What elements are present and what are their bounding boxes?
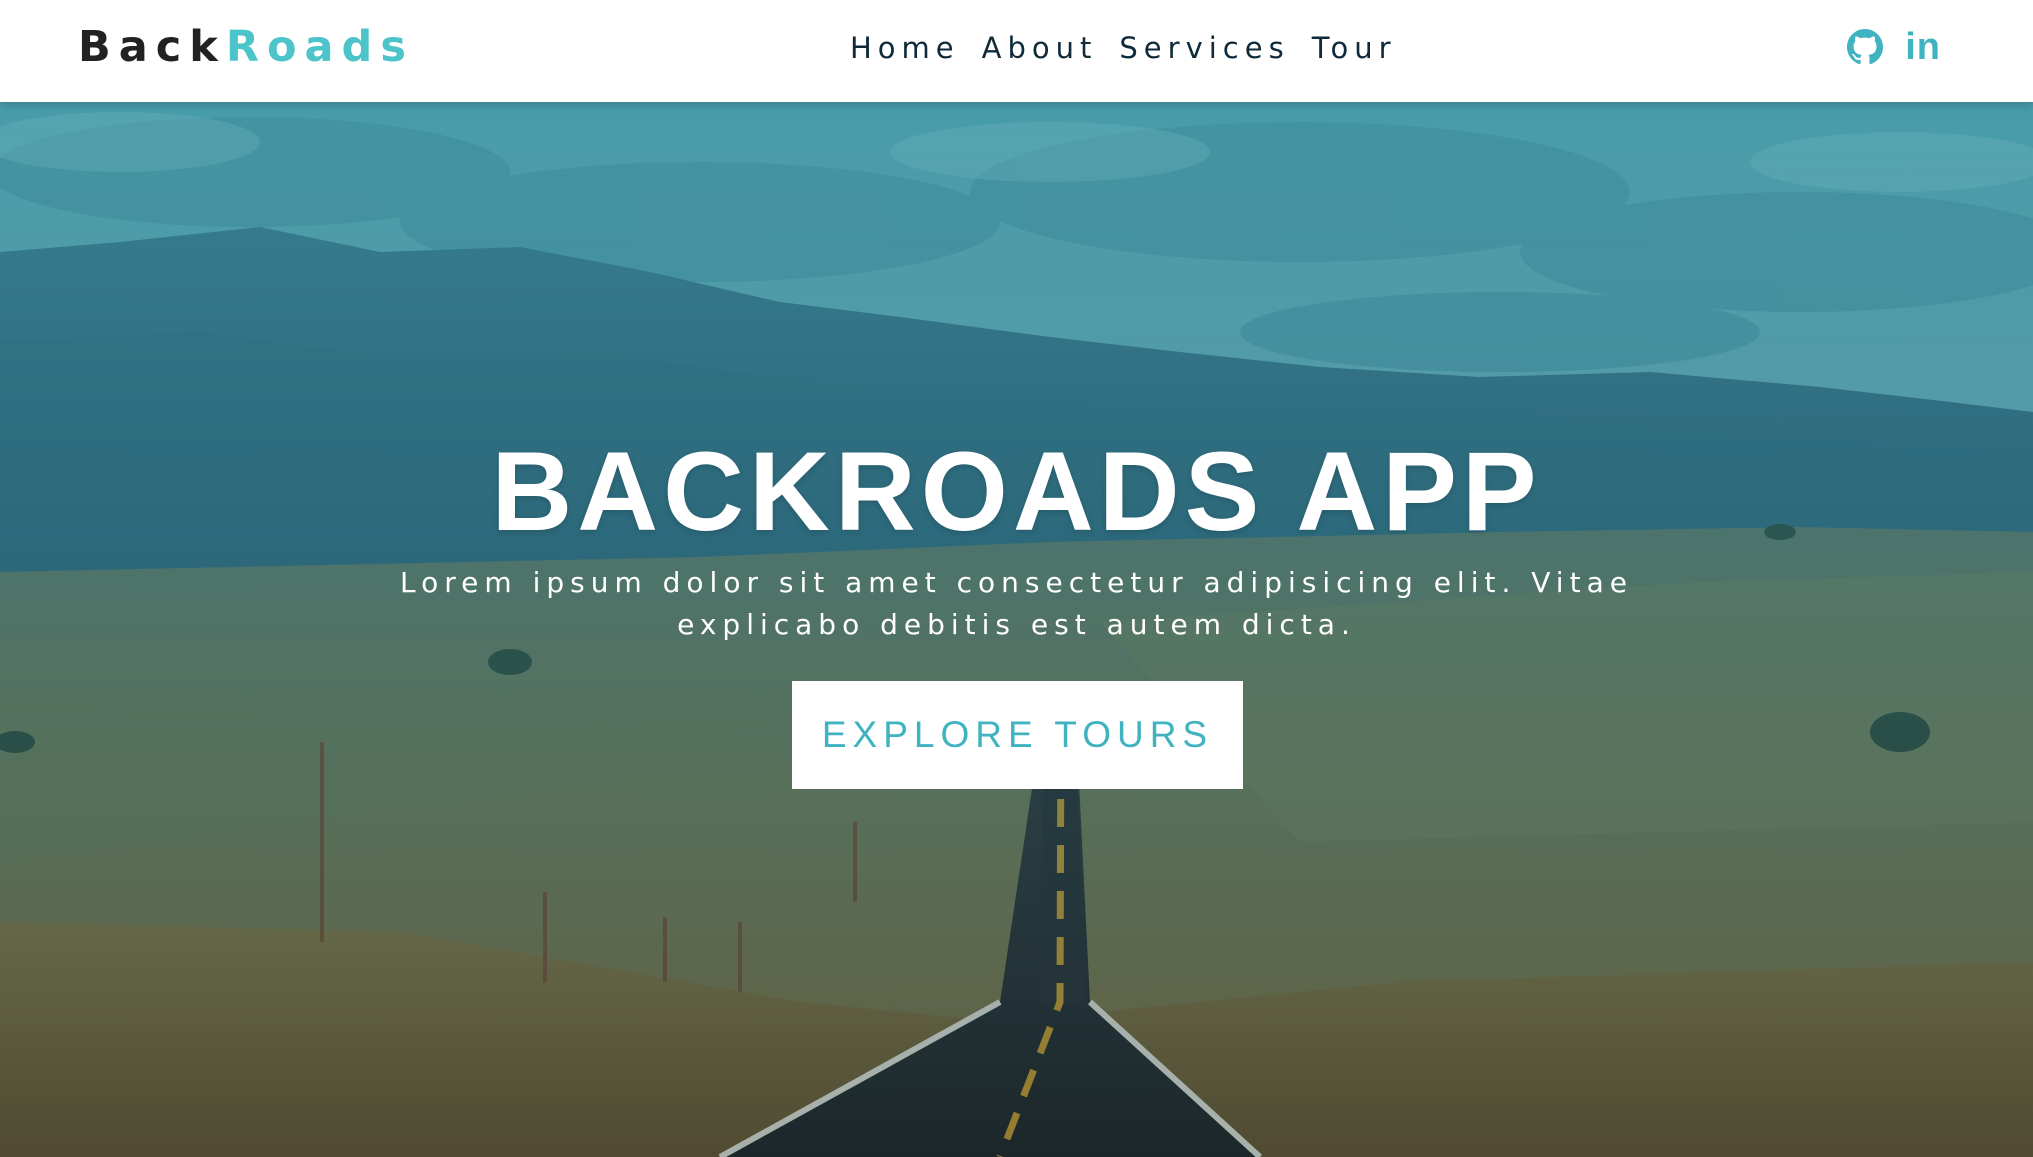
nav-item-tour: Tour (1312, 28, 1397, 68)
hero-section: BACKROADS APP Lorem ipsum dolor sit amet… (0, 102, 2033, 1157)
hero-title: BACKROADS APP (491, 429, 1542, 554)
nav-link-tour[interactable]: Tour (1312, 28, 1397, 68)
nav-item-home: Home (850, 28, 960, 68)
linkedin-link[interactable]: in (1905, 25, 1941, 69)
hero-text: Lorem ipsum dolor sit amet consectetur a… (400, 566, 1633, 641)
navbar: BackRoads Home About Services Tour in (0, 0, 2033, 102)
nav-item-services: Services (1119, 28, 1289, 68)
nav-link-services[interactable]: Services (1119, 28, 1289, 68)
github-icon (1847, 29, 1884, 65)
social-links: in (1847, 25, 1941, 69)
github-link[interactable] (1847, 29, 1884, 65)
nav-links: Home About Services Tour (850, 28, 1397, 68)
nav-item-about: About (982, 28, 1098, 68)
nav-link-about[interactable]: About (982, 28, 1098, 68)
brand-logo[interactable]: BackRoads (78, 20, 414, 74)
explore-tours-button[interactable]: EXPLORE TOURS (792, 681, 1243, 789)
brand-logo-part-back: Back (78, 22, 226, 72)
brand-logo-part-roads: Roads (225, 22, 414, 72)
nav-link-home[interactable]: Home (850, 28, 960, 68)
linkedin-icon: in (1905, 26, 1941, 68)
